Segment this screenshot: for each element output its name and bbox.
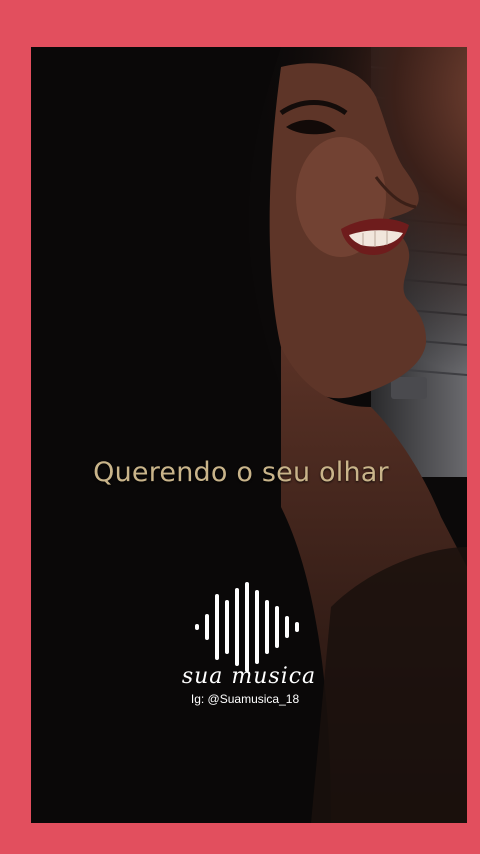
lyric-caption: Querendo o seu olhar — [93, 457, 389, 488]
video-frame: Querendo o seu olhar sua musica Ig: @Sua… — [31, 47, 467, 823]
pink-border-frame: Querendo o seu olhar sua musica Ig: @Sua… — [0, 0, 480, 854]
sua-musica-logo: sua musica Ig: @Suamusica_18 — [31, 582, 467, 712]
brand-name: sua musica — [181, 664, 317, 689]
sound-wave-icon — [195, 582, 299, 672]
instagram-handle: Ig: @Suamusica_18 — [190, 692, 300, 706]
